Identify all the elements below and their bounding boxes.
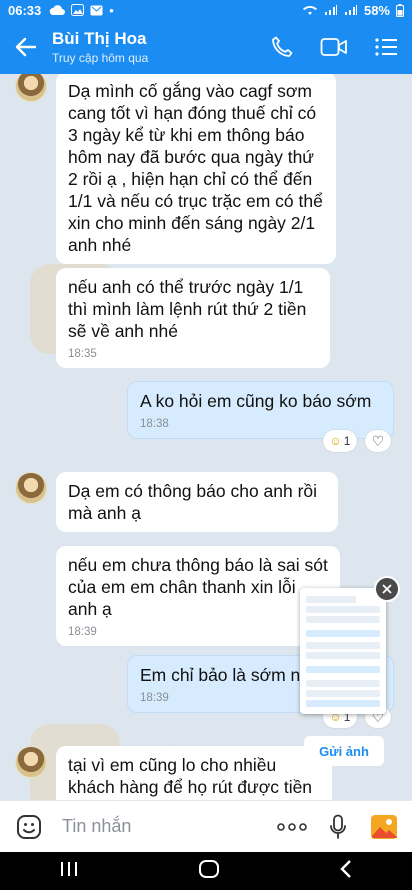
message-incoming[interactable]: tại vì em cũng lo cho nhiều khách hàng đ…: [56, 746, 332, 800]
message-incoming[interactable]: Dạ mình cố gắng vào cagf sơm cang tốt vì…: [56, 74, 336, 264]
avatar[interactable]: [15, 746, 47, 778]
status-notification-icons: •: [49, 3, 114, 18]
video-icon: [320, 38, 347, 56]
message-text: tại vì em cũng lo cho nhiều khách hàng đ…: [68, 755, 313, 797]
phone-icon: [272, 36, 293, 57]
last-seen: Truy cập hôm qua: [52, 51, 149, 65]
signal-2-icon: [344, 5, 357, 15]
chat-header: Bùi Thị Hoa Truy cập hôm qua: [0, 20, 412, 74]
recent-apps-button[interactable]: [59, 860, 79, 883]
message-outgoing[interactable]: A ko hỏi em cũng ko báo sớm 18:38: [127, 381, 394, 439]
contact-info[interactable]: Bùi Thị Hoa Truy cập hôm qua: [52, 29, 148, 65]
cloud-icon: [49, 5, 66, 16]
signal-icon: [324, 5, 337, 15]
sticker-icon: [17, 814, 41, 839]
arrow-left-icon: [15, 37, 37, 57]
system-nav-bar: [0, 852, 412, 890]
message-text: Dạ em có thông báo cho anh rồi mà anh ạ: [68, 481, 318, 523]
close-preview-button[interactable]: [374, 576, 400, 602]
more-options-button[interactable]: [270, 822, 314, 831]
list-icon: [375, 38, 397, 56]
like-button[interactable]: ♡: [365, 430, 391, 452]
microphone-icon: [330, 814, 346, 839]
mail-icon: [90, 5, 103, 16]
message-incoming[interactable]: Dạ em có thông báo cho anh rồi mà anh ạ: [56, 472, 338, 532]
voice-call-button[interactable]: [256, 20, 308, 74]
message-text: Dạ mình cố gắng vào cagf sơm cang tốt vì…: [68, 81, 323, 255]
close-icon: [382, 584, 392, 594]
chevron-left-icon: [339, 859, 351, 878]
battery-icon: [396, 3, 404, 17]
message-input-bar: Tin nhắn: [0, 800, 412, 852]
message-time: 18:35: [68, 348, 97, 360]
video-call-button[interactable]: [308, 20, 360, 74]
contact-name: Bùi Thị Hoa: [52, 29, 147, 48]
sticker-button[interactable]: [0, 814, 58, 840]
back-button[interactable]: [0, 20, 52, 74]
message-input[interactable]: Tin nhắn: [58, 816, 270, 837]
image-icon: [371, 814, 397, 839]
status-time: 06:33: [8, 2, 42, 18]
voice-message-button[interactable]: [316, 814, 360, 840]
reaction-count[interactable]: ☺ 1: [323, 430, 357, 452]
gallery-button[interactable]: [362, 814, 406, 840]
more-horizontal-icon: [277, 822, 307, 831]
reaction-count-text: 1: [343, 434, 351, 448]
wifi-icon: [302, 5, 317, 15]
battery-level: 58%: [363, 2, 390, 18]
message-text: A ko hỏi em cũng ko báo sớm: [140, 391, 372, 411]
message-time: 18:39: [68, 626, 97, 638]
message-incoming[interactable]: nếu anh có thể trước ngày 1/1 thì mình l…: [56, 268, 330, 368]
heart-icon: ♡: [371, 432, 385, 449]
more-dot-icon: •: [109, 2, 114, 18]
status-bar: 06:33 • 58%: [0, 0, 412, 20]
avatar[interactable]: [15, 74, 47, 102]
smile-icon: ☺: [329, 434, 342, 448]
home-icon: [198, 859, 219, 878]
message-time: 18:38: [140, 418, 169, 430]
recent-apps-icon: [61, 861, 78, 876]
system-back-button[interactable]: [339, 859, 353, 884]
message-text: nếu em chưa thông báo là sai sót của em …: [68, 555, 328, 619]
gallery-icon: [71, 4, 85, 16]
menu-button[interactable]: [360, 20, 412, 74]
avatar[interactable]: [15, 472, 47, 504]
message-text: nếu anh có thể trước ngày 1/1 thì mình l…: [68, 277, 307, 341]
photo-preview[interactable]: [300, 588, 386, 714]
home-button[interactable]: [198, 859, 220, 884]
send-photo-button[interactable]: Gửi ảnh: [304, 736, 384, 766]
message-incoming[interactable]: nếu em chưa thông báo là sai sót của em …: [56, 546, 340, 646]
